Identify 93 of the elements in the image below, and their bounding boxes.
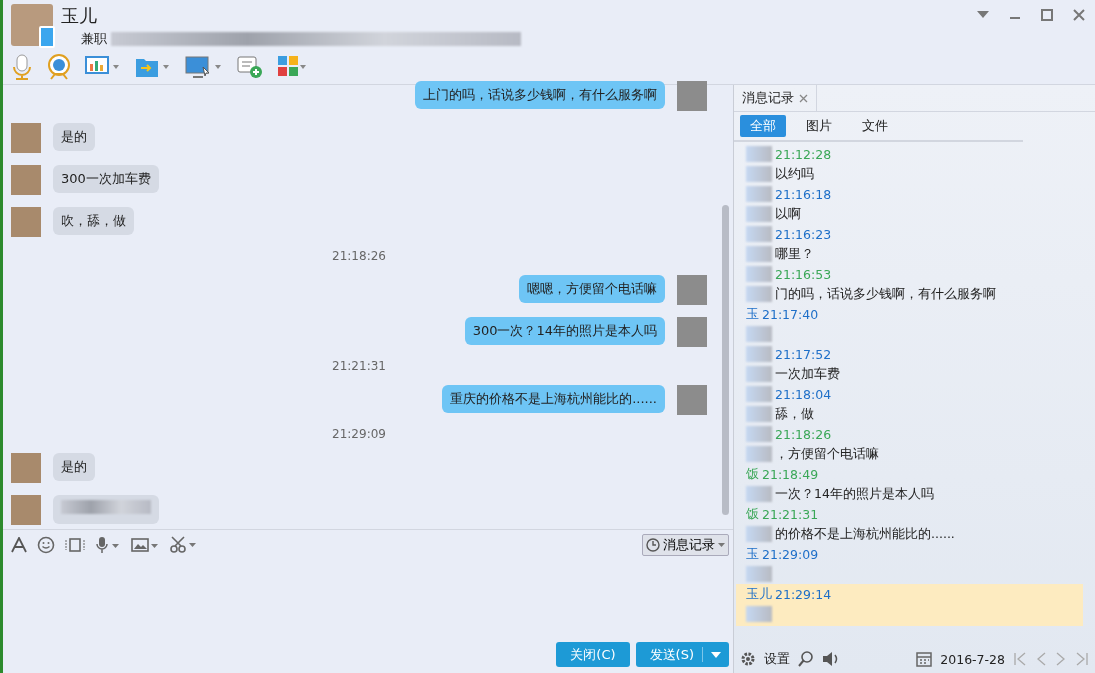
- message-text: 舔，做: [775, 405, 814, 423]
- message-bubble: 吹，舔，做: [53, 207, 134, 235]
- message-text: 门的吗，话说多少钱啊，有什么服务啊: [775, 285, 996, 303]
- blurred-region: [746, 246, 772, 262]
- message-text: 以约吗: [775, 165, 814, 183]
- sender-name: 饭: [746, 505, 759, 523]
- message-time: 21:21:31: [332, 359, 386, 373]
- apps-icon[interactable]: [277, 55, 307, 79]
- blurred-region: [746, 566, 772, 582]
- blurred-region: [746, 226, 772, 242]
- first-page-icon[interactable]: [1013, 652, 1027, 666]
- message-bubble: 上门的吗，话说多少钱啊，有什么服务啊: [415, 81, 665, 109]
- message-text: 的价格不是上海杭州能比的......: [775, 525, 955, 543]
- caret-icon: [711, 651, 721, 658]
- sender-name: 玉: [746, 305, 759, 323]
- contact-name: 玉儿: [61, 4, 98, 28]
- blurred-region: [746, 346, 772, 362]
- scissors-icon[interactable]: [169, 536, 197, 554]
- message-time: 21:18:04: [775, 386, 832, 402]
- contact-signature: 兼职: [81, 30, 107, 48]
- message-time: 21:17:40: [762, 306, 819, 322]
- message-text: 哪里？: [775, 245, 814, 263]
- message-time: 21:17:52: [775, 346, 832, 362]
- dropdown-icon[interactable]: [977, 11, 989, 19]
- message-time: 21:29:09: [332, 427, 386, 441]
- message-time: 21:16:23: [775, 226, 832, 242]
- sender-name: 饭: [746, 465, 759, 483]
- blurred-region: [746, 486, 772, 502]
- blurred-region: [746, 166, 772, 182]
- blurred-region: [746, 286, 772, 302]
- search-icon[interactable]: [798, 651, 814, 667]
- message-time: 21:16:53: [775, 266, 832, 282]
- settings-icon[interactable]: [740, 651, 756, 667]
- message-time: 21:29:14: [775, 586, 832, 602]
- message-bubble: 重庆的价格不是上海杭州能比的......: [442, 385, 665, 413]
- contact-avatar[interactable]: [11, 4, 53, 46]
- blurred-region: [746, 406, 772, 422]
- blurred-region: [746, 266, 772, 282]
- scrollbar[interactable]: [722, 205, 729, 515]
- message-time: 21:18:26: [775, 426, 832, 442]
- phone-icon: [39, 26, 55, 48]
- clock-icon: [646, 538, 660, 552]
- sender-name: 玉儿: [746, 585, 772, 603]
- blurred-region: [746, 206, 772, 222]
- webcam-icon[interactable]: [47, 54, 71, 80]
- caret-icon: [718, 542, 725, 548]
- message-bubble: 300一次加车费: [53, 165, 159, 193]
- blurred-region: [746, 386, 772, 402]
- message-text: 一次加车费: [775, 365, 840, 383]
- message-bubble: 是的: [53, 123, 95, 151]
- shake-icon[interactable]: [65, 537, 85, 553]
- blurred-region: [746, 606, 772, 622]
- blurred-region: [746, 426, 772, 442]
- screen-share-icon[interactable]: [185, 55, 223, 79]
- message-text: ，方便留个电话嘛: [775, 445, 879, 463]
- font-icon[interactable]: [11, 537, 27, 553]
- message-time: 21:21:31: [762, 506, 819, 522]
- message-time: 21:18:49: [762, 466, 819, 482]
- image-icon[interactable]: [131, 537, 159, 553]
- speaker-icon[interactable]: [822, 651, 840, 667]
- message-text: 以啊: [775, 205, 801, 223]
- close-icon[interactable]: [799, 93, 808, 103]
- voice-icon[interactable]: [95, 536, 121, 554]
- close-icon[interactable]: [1073, 9, 1085, 21]
- date-label: 2016-7-28: [940, 651, 1005, 667]
- sender-name: 玉: [746, 545, 759, 563]
- add-message-icon[interactable]: [237, 55, 263, 79]
- message-bubble: 嗯嗯，方便留个电话嘛: [519, 275, 665, 303]
- blurred-region: [746, 146, 772, 162]
- previous-icon[interactable]: [1035, 652, 1047, 666]
- blurred-region: [746, 526, 772, 542]
- last-page-icon[interactable]: [1075, 652, 1089, 666]
- history-button[interactable]: 消息记录: [642, 534, 729, 556]
- settings-link[interactable]: 设置: [764, 650, 790, 668]
- message-bubble: 300一次？14年的照片是本人吗: [464, 317, 665, 345]
- blurred-region: [746, 446, 772, 462]
- message-time: 21:16:18: [775, 186, 832, 202]
- message-text: 一次？14年的照片是本人吗: [775, 485, 934, 503]
- filter-tab[interactable]: 文件: [852, 115, 898, 137]
- message-time: 21:29:09: [762, 546, 819, 562]
- filter-tab[interactable]: 图片: [796, 115, 842, 137]
- message-time: 21:12:28: [775, 146, 832, 162]
- blurred-region: [746, 186, 772, 202]
- next-icon[interactable]: [1055, 652, 1067, 666]
- microphone-icon[interactable]: [11, 54, 33, 80]
- calendar-icon[interactable]: [916, 651, 933, 667]
- history-tab[interactable]: 消息记录: [734, 85, 817, 111]
- blurred-region: [746, 326, 772, 342]
- maximize-icon[interactable]: [1041, 9, 1053, 21]
- message-bubble: 是的: [53, 453, 95, 481]
- blurred-region: [746, 366, 772, 382]
- message-time: 21:18:26: [332, 249, 386, 263]
- smiley-icon[interactable]: [37, 536, 55, 554]
